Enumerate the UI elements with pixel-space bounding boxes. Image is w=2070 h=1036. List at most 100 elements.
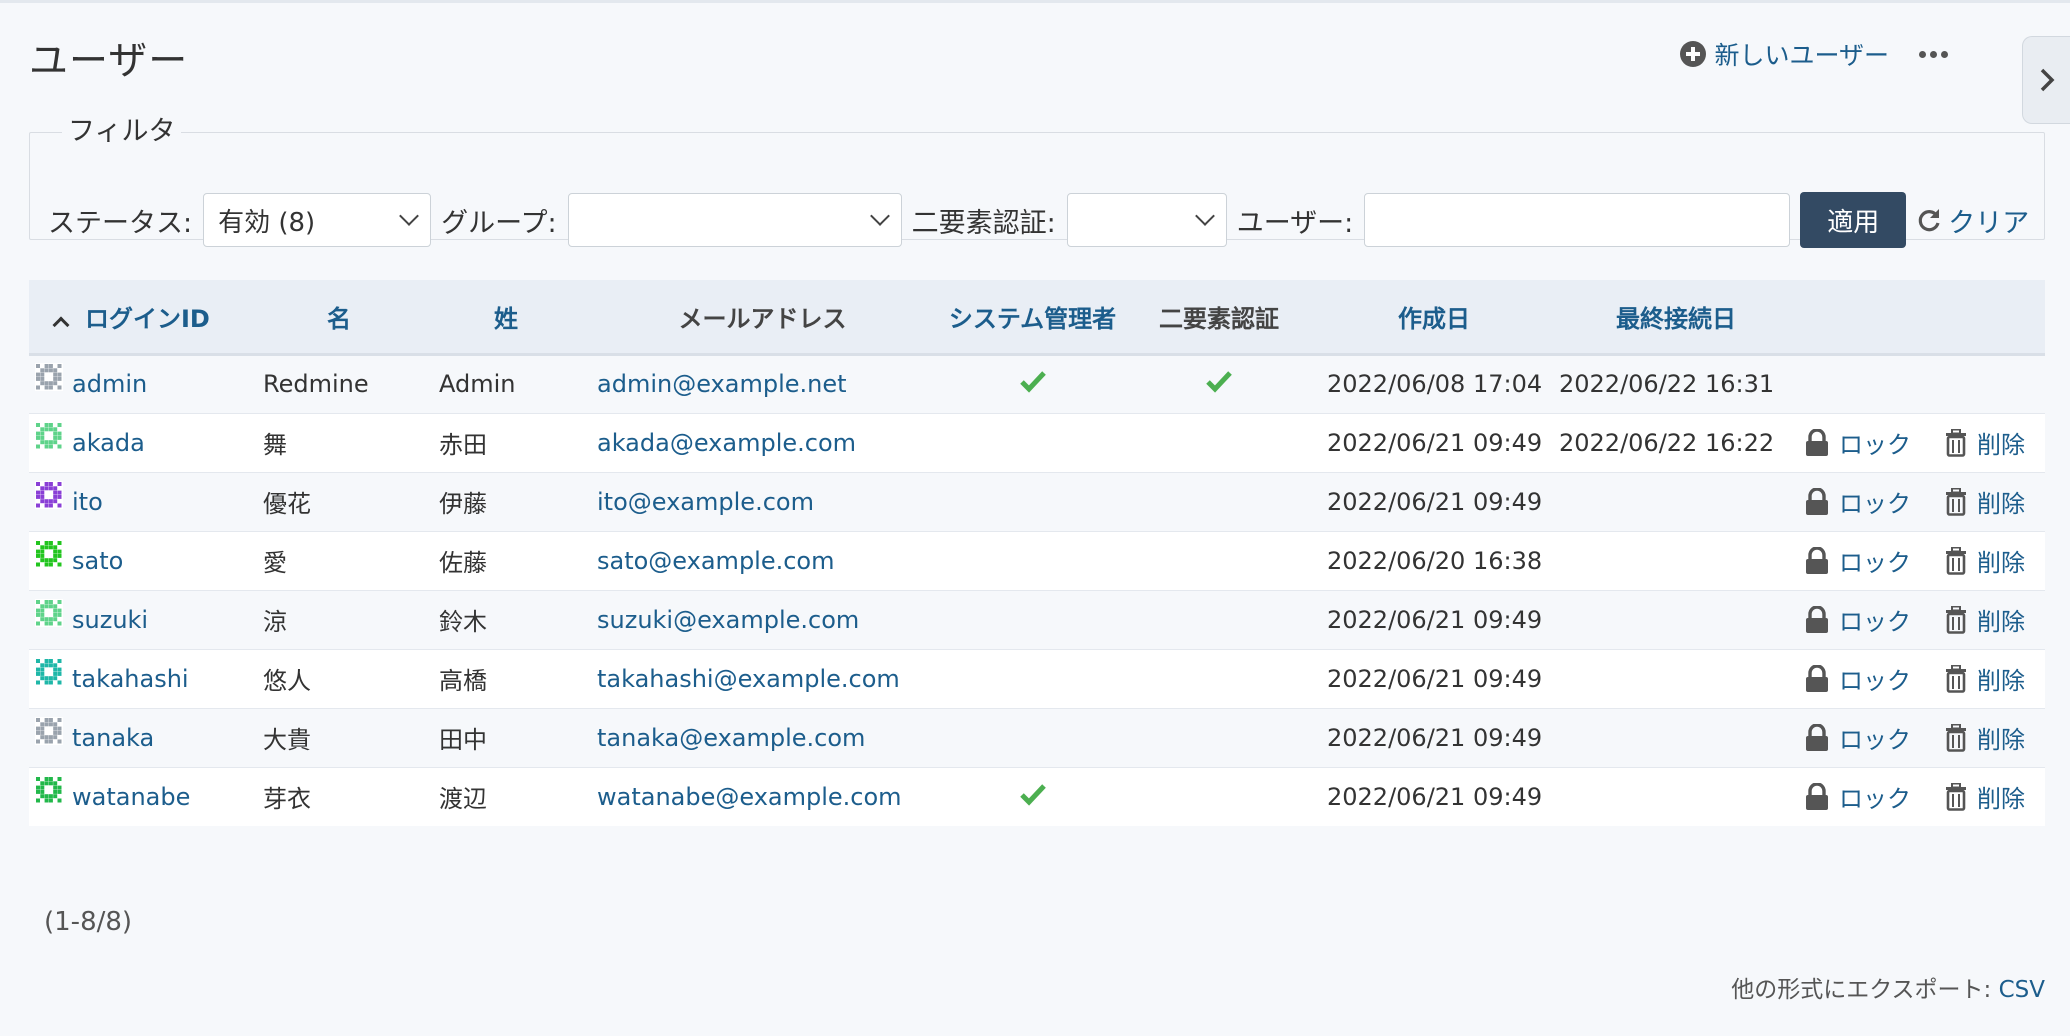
status-select[interactable]: 有効 (8) <box>203 193 432 247</box>
lock-label: ロック <box>1839 785 1911 814</box>
cell-admin <box>940 649 1125 709</box>
avatar-icon <box>35 421 63 450</box>
lock-icon <box>1806 546 1828 574</box>
delete-user-button[interactable]: 削除 <box>1945 661 2025 696</box>
header-firstname[interactable]: 名 <box>251 280 427 356</box>
avatar-icon <box>35 716 63 745</box>
user-login-link[interactable]: sato <box>72 547 123 575</box>
user-search-input[interactable] <box>1364 193 1791 247</box>
delete-user-button[interactable]: 削除 <box>1945 602 2025 637</box>
cell-login: admin <box>29 354 251 414</box>
cell-admin <box>940 590 1125 650</box>
lock-user-button[interactable]: ロック <box>1805 779 1911 814</box>
delete-user-button[interactable]: 削除 <box>1945 543 2025 578</box>
lock-icon <box>1806 605 1828 633</box>
mail-link[interactable]: ito@example.com <box>597 488 814 516</box>
chevron-down-icon <box>1194 206 1215 226</box>
delete-label: 削除 <box>1977 785 2025 814</box>
cell-admin <box>940 767 1125 826</box>
cell-admin <box>940 354 1125 414</box>
cell-admin <box>940 472 1125 532</box>
cell-created: 2022/06/21 09:49 <box>1313 472 1555 532</box>
lock-user-button[interactable]: ロック <box>1805 543 1911 578</box>
trash-icon <box>1946 546 1966 575</box>
users-table-body: admin Redmine Admin admin@example.net 2022/0… <box>29 354 2045 826</box>
cell-firstname: 悠人 <box>251 649 427 709</box>
cell-lastname: Admin <box>427 354 585 414</box>
export-label: 他の形式にエクスポート: <box>1731 977 1992 1003</box>
lock-label: ロック <box>1839 667 1911 695</box>
cell-mail: suzuki@example.com <box>585 590 940 650</box>
check-icon <box>1019 371 1046 393</box>
page-title: ユーザー <box>29 39 189 84</box>
mail-link[interactable]: suzuki@example.com <box>597 606 859 634</box>
mail-link[interactable]: akada@example.com <box>597 429 856 457</box>
avatar-icon <box>35 480 63 509</box>
lock-user-button[interactable]: ロック <box>1805 602 1911 637</box>
cell-firstname: Redmine <box>251 354 427 414</box>
header-admin[interactable]: システム管理者 <box>940 280 1125 356</box>
lock-user-button[interactable]: ロック <box>1805 720 1911 755</box>
cell-login: sato <box>29 531 251 591</box>
header-created[interactable]: 作成日 <box>1313 280 1555 356</box>
new-user-link[interactable]: 新しいユーザー <box>1680 36 1889 72</box>
trash-icon <box>1946 782 1966 811</box>
user-login-link[interactable]: suzuki <box>72 606 148 634</box>
delete-user-button[interactable]: 削除 <box>1945 720 2025 755</box>
clear-link[interactable]: クリア <box>1916 201 2029 240</box>
lock-label: ロック <box>1839 726 1911 754</box>
delete-user-button[interactable]: 削除 <box>1945 484 2025 519</box>
delete-label: 削除 <box>1977 667 2025 695</box>
cell-firstname: 芽衣 <box>263 785 311 814</box>
cell-login: akada <box>29 413 251 473</box>
lock-user-button[interactable]: ロック <box>1805 661 1911 696</box>
user-login-link[interactable]: ito <box>72 488 103 516</box>
header-lastname[interactable]: 姓 <box>427 280 585 356</box>
delete-label: 削除 <box>1977 490 2025 518</box>
user-login-link[interactable]: watanabe <box>72 783 190 811</box>
user-login-link[interactable]: takahashi <box>72 665 189 693</box>
delete-user-button[interactable]: 削除 <box>1945 425 2025 460</box>
lock-icon <box>1806 782 1828 810</box>
header-login[interactable]: ログインID <box>29 280 251 356</box>
header-last-login[interactable]: 最終接続日 <box>1555 280 1797 356</box>
cell-mail: sato@example.com <box>585 531 940 591</box>
cell-admin <box>940 708 1125 768</box>
lock-user-button[interactable]: ロック <box>1805 425 1911 460</box>
plus-circle-icon <box>1680 41 1707 67</box>
cell-login: tanaka <box>29 708 251 768</box>
trash-icon <box>1946 664 1966 693</box>
trash-icon <box>1946 428 1966 457</box>
apply-button[interactable]: 適用 <box>1800 192 1907 248</box>
chevron-right-icon <box>2040 68 2054 92</box>
twofa-select[interactable] <box>1066 193 1227 247</box>
lock-user-button[interactable]: ロック <box>1805 484 1911 519</box>
group-select[interactable] <box>567 193 902 247</box>
cell-twofa <box>1125 472 1313 532</box>
cell-twofa <box>1125 708 1313 768</box>
user-login-link[interactable]: akada <box>72 429 145 457</box>
table-row: takahashi 悠人 高橋 takahashi@example.com 2022/0… <box>29 649 2045 709</box>
cell-lastname: 高橋 <box>427 649 585 709</box>
more-actions-icon[interactable] <box>1919 41 1948 67</box>
cell-lastname: 伊藤 <box>427 472 585 532</box>
mail-link[interactable]: watanabe@example.com <box>597 783 902 811</box>
sidebar-toggle-button[interactable] <box>2022 36 2070 124</box>
delete-user-button[interactable]: 削除 <box>1945 779 2025 814</box>
cell-actions: ロック 削除 <box>1797 472 2045 532</box>
mail-link[interactable]: admin@example.net <box>597 370 847 398</box>
header-actions <box>1797 280 2045 356</box>
cell-login: suzuki <box>29 590 251 650</box>
export-csv-link[interactable]: CSV <box>1999 977 2045 1003</box>
cell-created: 2022/06/21 09:49 <box>1313 649 1555 709</box>
cell-login: ito <box>29 472 251 532</box>
avatar-icon <box>35 775 63 804</box>
delete-label: 削除 <box>1977 726 2025 754</box>
mail-link[interactable]: sato@example.com <box>597 547 835 575</box>
mail-link[interactable]: takahashi@example.com <box>597 665 900 693</box>
mail-link[interactable]: tanaka@example.com <box>597 724 865 752</box>
user-login-link[interactable]: tanaka <box>72 724 154 752</box>
cell-admin <box>940 531 1125 591</box>
user-login-link[interactable]: admin <box>72 370 147 398</box>
refresh-icon <box>1919 209 1940 232</box>
